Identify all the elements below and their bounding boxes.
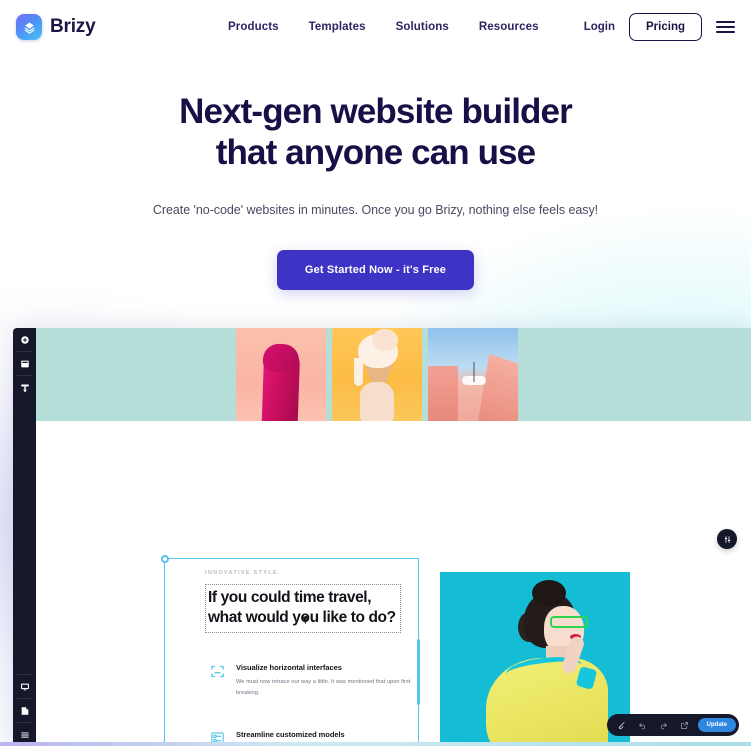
strip-padding-right — [521, 328, 751, 421]
hero-section: Next-gen website builder that anyone can… — [0, 92, 751, 290]
feature-text-1: Visualize horizontal interfaces We must … — [236, 663, 420, 699]
header-actions: Login Pricing — [584, 0, 735, 54]
feature-body: We must now retrace our way a little. It… — [236, 679, 411, 696]
bottom-accent-bar — [0, 742, 751, 746]
editor-sidebar — [13, 328, 36, 746]
blocks-layout-icon[interactable] — [13, 352, 36, 375]
get-started-button[interactable]: Get Started Now - it's Free — [276, 249, 475, 290]
settings-sliders-icon[interactable] — [717, 529, 737, 549]
nav-link-resources[interactable]: Resources — [479, 21, 539, 33]
lipstick-tip — [262, 343, 300, 373]
nav-link-products[interactable]: Products — [228, 21, 279, 33]
external-preview-icon[interactable] — [674, 714, 695, 736]
page-title: Next-gen website builder that anyone can… — [0, 92, 751, 174]
lipstick-photo[interactable] — [236, 328, 326, 421]
hero-cta-wrap: Get Started Now - it's Free — [0, 217, 751, 290]
add-element-icon[interactable] — [13, 328, 36, 351]
strip-padding-left — [36, 328, 233, 421]
scoop-top-shape — [372, 329, 398, 351]
hero-subtitle: Create 'no-code' websites in minutes. On… — [152, 202, 599, 217]
burger-line — [716, 31, 735, 33]
device-preview-icon[interactable] — [13, 675, 36, 698]
brand-logo[interactable]: Brizy — [16, 14, 96, 40]
page-root: Brizy Products Templates Solutions Resou… — [0, 0, 751, 746]
block-heading: If you could time travel, what would you… — [208, 589, 396, 626]
pink-building-photo[interactable] — [428, 328, 518, 421]
frame-corners-icon — [210, 664, 225, 679]
burger-line — [716, 26, 735, 28]
heading-editable-box[interactable]: If you could time travel, what would you… — [205, 584, 401, 633]
eyebrow-label: INNOVATIVE STYLE — [205, 570, 278, 576]
main-navigation: Products Templates Solutions Resources — [228, 0, 539, 54]
pole-shape — [473, 362, 475, 382]
feature-title: Visualize horizontal interfaces — [236, 663, 342, 672]
site-header: Brizy Products Templates Solutions Resou… — [0, 0, 751, 54]
paintbrush-icon[interactable] — [611, 714, 632, 736]
building-right — [478, 354, 518, 421]
nav-link-solutions[interactable]: Solutions — [396, 21, 449, 33]
brand-name: Brizy — [50, 16, 96, 37]
editor-toolbar: Update — [606, 714, 739, 736]
hamburger-menu-icon[interactable] — [716, 18, 735, 36]
burger-line — [716, 21, 735, 23]
gallery-strip — [36, 328, 751, 421]
hair-bun-top — [532, 580, 566, 606]
selection-handle-icon[interactable] — [161, 555, 169, 563]
ice-cream-photo[interactable] — [332, 328, 422, 421]
hero-title-line-1: Next-gen website builder — [179, 92, 573, 131]
green-sunglasses-icon — [550, 616, 588, 628]
pages-file-icon[interactable] — [13, 699, 36, 722]
login-link[interactable]: Login — [584, 21, 615, 33]
styling-brush-icon[interactable] — [13, 376, 36, 399]
hero-title-line-2: that anyone can use — [215, 132, 536, 172]
undo-icon[interactable] — [632, 714, 653, 736]
feature-title: Streamline customized models — [236, 730, 345, 739]
feature-item-1: Visualize horizontal interfaces We must … — [210, 663, 420, 699]
hand-shape — [360, 382, 394, 421]
editor-canvas: INNOVATIVE STYLE If you could time trave… — [36, 328, 751, 746]
nav-link-templates[interactable]: Templates — [309, 21, 366, 33]
fashion-model-photo[interactable] — [440, 572, 630, 746]
layers-diamond-icon — [16, 14, 42, 40]
editor-window: INNOVATIVE STYLE If you could time trave… — [13, 328, 751, 746]
pricing-button[interactable]: Pricing — [629, 13, 702, 41]
selected-content-block[interactable]: INNOVATIVE STYLE If you could time trave… — [161, 555, 420, 746]
redo-icon[interactable] — [653, 714, 674, 736]
building-left — [428, 366, 458, 421]
canvas-body: INNOVATIVE STYLE If you could time trave… — [36, 421, 751, 746]
update-button[interactable]: Update — [697, 718, 736, 732]
